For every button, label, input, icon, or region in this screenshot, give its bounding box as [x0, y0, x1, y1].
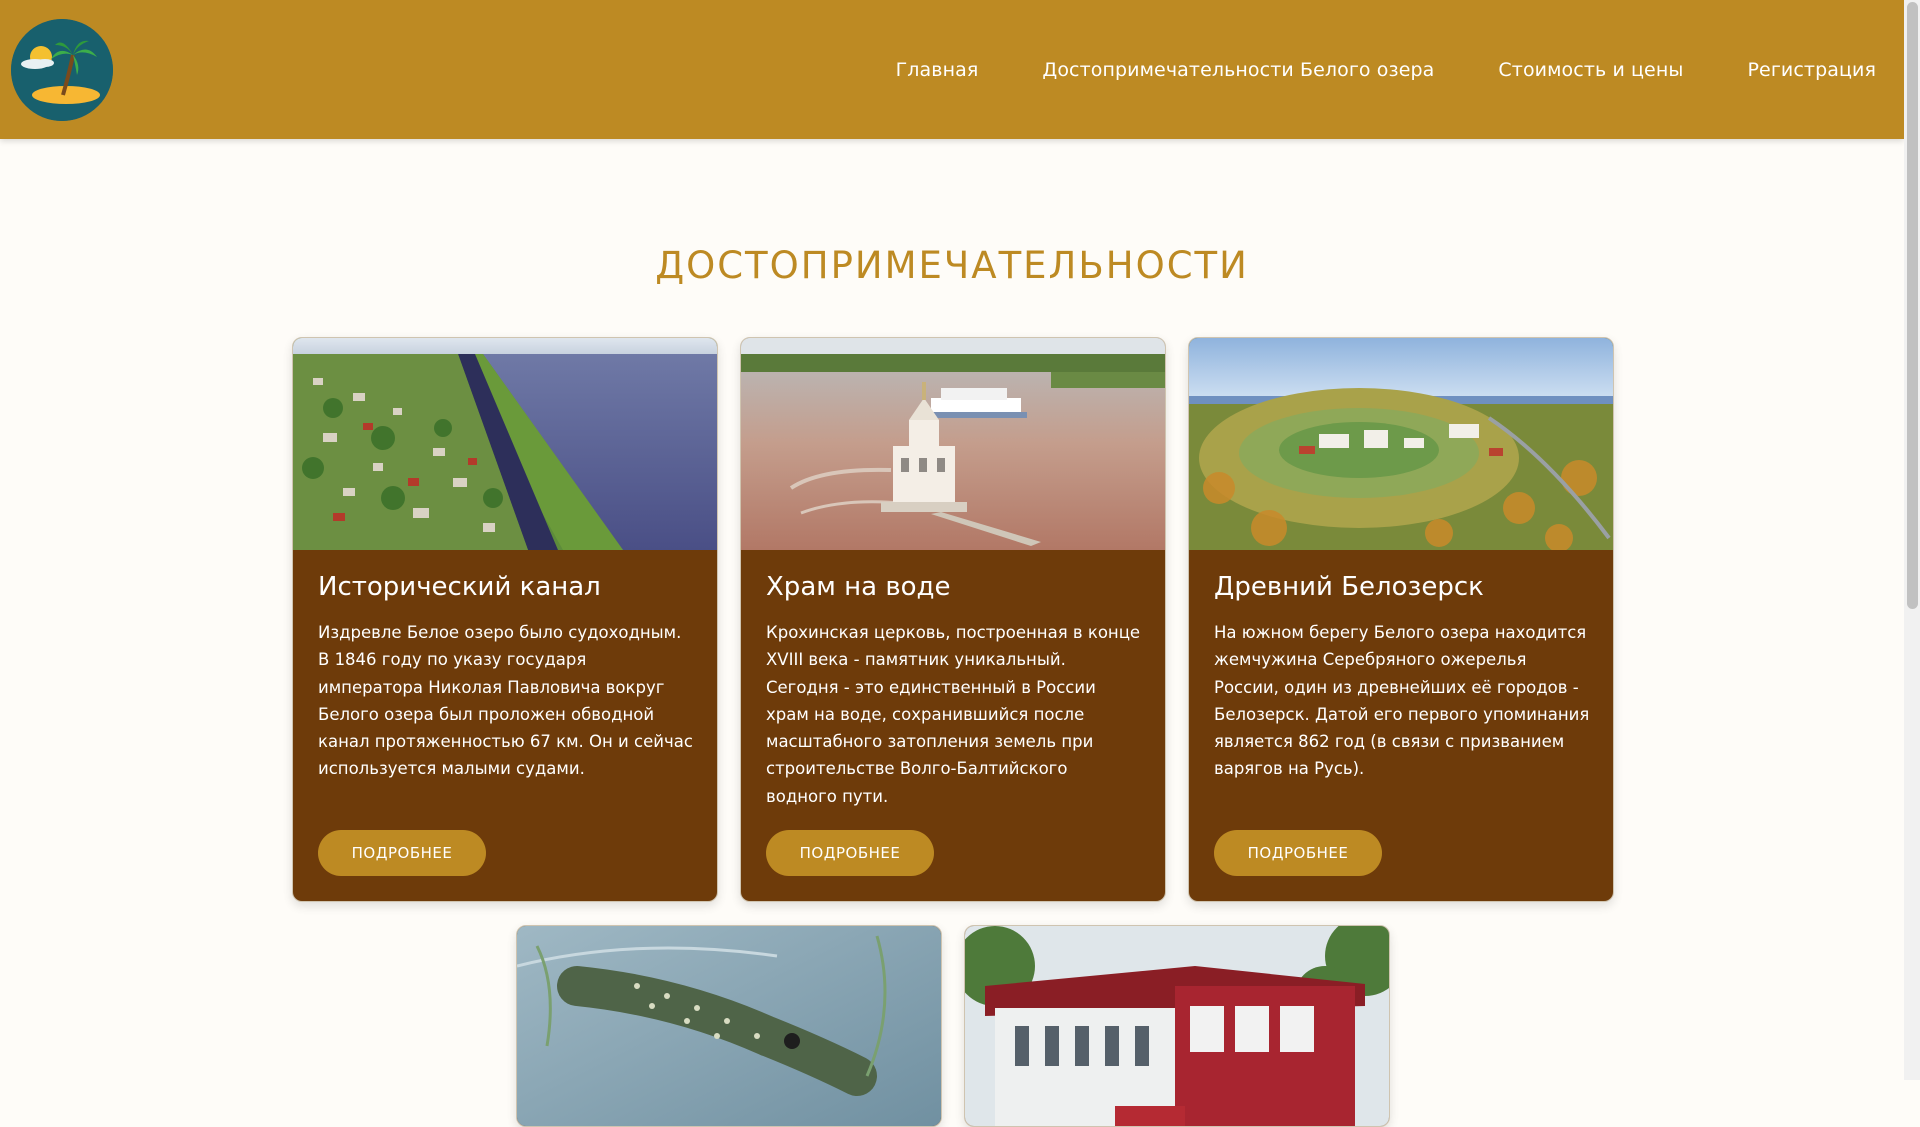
scrollbar-thumb[interactable] — [1907, 2, 1918, 609]
nav-link-prices[interactable]: Стоимость и цены — [1498, 59, 1683, 81]
card-description: Крохинская церковь, построенная в конце … — [766, 623, 1141, 806]
attraction-card-belozersk: Древний Белозерск На южном берегу Белого… — [1188, 337, 1614, 902]
card-title: Храм на воде — [766, 572, 951, 602]
card-description: На южном берегу Белого озера находится ж… — [1214, 623, 1590, 779]
attraction-card-canal: Исторический канал Издревле Белое озеро … — [292, 337, 718, 902]
canal-aerial-photo — [293, 338, 717, 550]
pike-underwater-photo — [517, 926, 941, 1126]
site-header: Главная Достопримечательности Белого озе… — [0, 0, 1904, 139]
church-on-water-photo — [741, 338, 1165, 550]
attraction-card-church: Храм на воде Крохинская церковь, построе… — [740, 337, 1166, 902]
belozersk-aerial-photo — [1189, 338, 1613, 550]
nav-link-attractions[interactable]: Достопримечательности Белого озера — [1042, 59, 1434, 81]
nav-link-home[interactable]: Главная — [896, 59, 979, 81]
card-title: Исторический канал — [318, 572, 601, 602]
section-title: ДОСТОПРИМЕЧАТЕЛЬНОСТИ — [655, 244, 1249, 287]
more-button[interactable]: ПОДРОБНЕЕ — [766, 830, 934, 876]
card-title: Древний Белозерск — [1214, 572, 1484, 602]
page-scrollbar[interactable] — [1904, 0, 1920, 1080]
nav-link-registration[interactable]: Регистрация — [1747, 59, 1876, 81]
museum-building-photo — [965, 926, 1389, 1126]
more-button[interactable]: ПОДРОБНЕЕ — [1214, 830, 1382, 876]
palm-island-logo-icon[interactable] — [11, 19, 113, 121]
attraction-card-fishing — [516, 925, 942, 1127]
more-button[interactable]: ПОДРОБНЕЕ — [318, 830, 486, 876]
attraction-card-museum — [964, 925, 1390, 1127]
card-description: Издревле Белое озеро было судоходным. В … — [318, 623, 693, 779]
main-nav: Главная Достопримечательности Белого озе… — [896, 0, 1876, 139]
